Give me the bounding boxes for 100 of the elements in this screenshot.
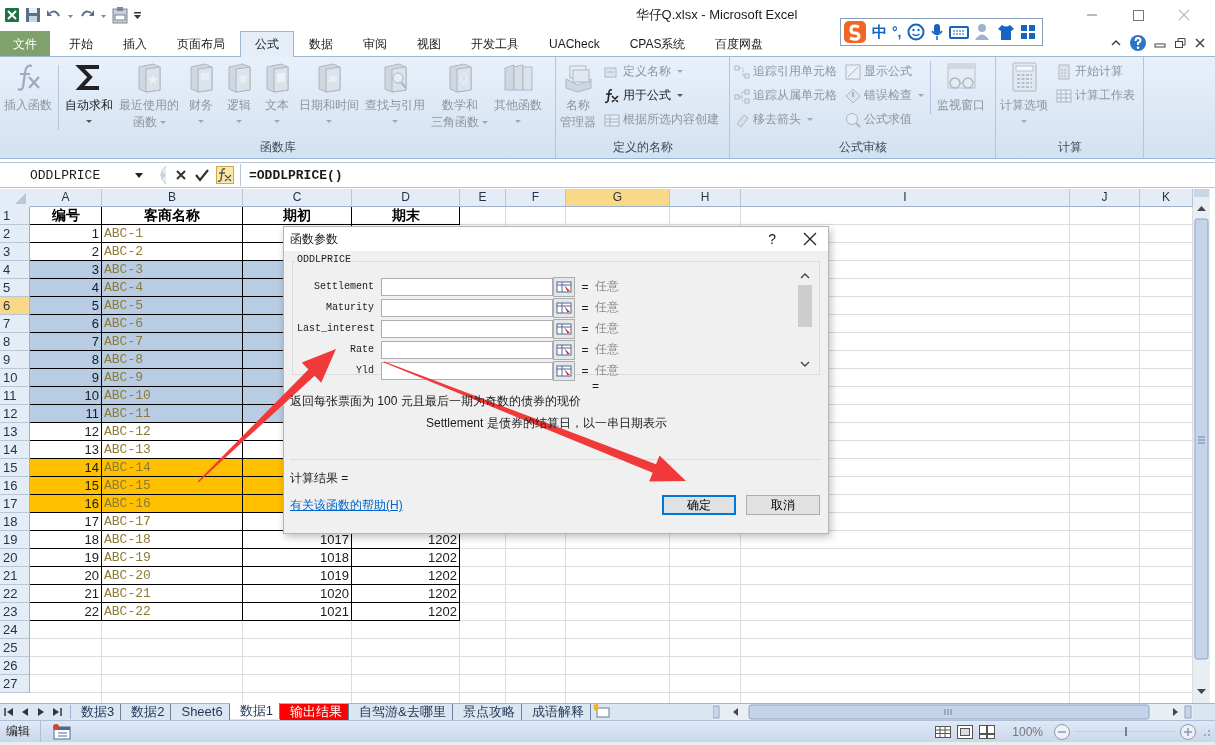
new-sheet-icon[interactable]: [590, 704, 613, 720]
sheet-tab[interactable]: 数据1: [229, 703, 280, 719]
help-button[interactable]: ?: [768, 231, 776, 247]
dialog-button[interactable]: 确定: [662, 495, 736, 515]
range-select-icon[interactable]: [553, 318, 575, 339]
row-header[interactable]: 16: [0, 477, 30, 495]
row-header[interactable]: 14: [0, 441, 30, 459]
help-link[interactable]: 有关该函数的帮助(H): [290, 496, 403, 514]
zoom-in-icon[interactable]: [1179, 722, 1197, 741]
row-header[interactable]: 8: [0, 333, 30, 351]
row-header[interactable]: 10: [0, 369, 30, 387]
row-header[interactable]: 24: [0, 621, 30, 639]
insert-function-icon[interactable]: [216, 166, 234, 184]
close-icon[interactable]: [802, 231, 818, 247]
column-header[interactable]: H: [670, 189, 741, 207]
smiley-icon[interactable]: [906, 23, 925, 41]
clipboard-icon[interactable]: [112, 6, 128, 24]
first-sheet-icon[interactable]: [2, 705, 16, 719]
column-header[interactable]: J: [1070, 189, 1140, 207]
row-header[interactable]: 20: [0, 549, 30, 567]
normal-view-icon[interactable]: [934, 723, 953, 740]
column-header[interactable]: E: [460, 189, 506, 207]
ribbon-tab[interactable]: CPAS系统: [614, 31, 701, 56]
ribbon-tab[interactable]: UACheck: [534, 31, 615, 56]
row-header[interactable]: 26: [0, 657, 30, 675]
row-header[interactable]: 6: [0, 297, 30, 315]
ribbon-tab[interactable]: 页面布局: [162, 31, 240, 56]
column-header[interactable]: D: [352, 189, 460, 207]
range-select-icon[interactable]: [553, 276, 575, 297]
row-header[interactable]: 13: [0, 423, 30, 441]
microphone-icon[interactable]: [929, 23, 944, 41]
ribbon-tab[interactable]: 视图: [402, 31, 456, 56]
cancel-icon[interactable]: [174, 168, 188, 182]
input-field[interactable]: [381, 340, 553, 359]
dialog-button[interactable]: 取消: [746, 495, 820, 515]
last-sheet-icon[interactable]: [50, 705, 64, 719]
zoom-level[interactable]: 100%: [1012, 724, 1043, 739]
row-header[interactable]: 3: [0, 243, 30, 261]
input-field[interactable]: [381, 277, 553, 296]
row-header[interactable]: 4: [0, 261, 30, 279]
row-header[interactable]: 23: [0, 603, 30, 621]
ribbon-tab[interactable]: 插入: [108, 31, 162, 56]
macro-record-icon[interactable]: [51, 722, 73, 741]
ribbon-tab[interactable]: 数据: [294, 31, 348, 56]
app-icon[interactable]: [4, 7, 20, 23]
input-field[interactable]: [381, 361, 553, 380]
ribbon-tab[interactable]: 开始: [54, 31, 108, 56]
input-field[interactable]: [381, 298, 553, 317]
zoom-out-icon[interactable]: [1053, 722, 1071, 741]
row-header[interactable]: 15: [0, 459, 30, 477]
restore-icon[interactable]: [1173, 36, 1187, 50]
row-header[interactable]: 27: [0, 675, 30, 693]
formula-field[interactable]: =ODDLPRICE(): [241, 167, 1215, 183]
column-header[interactable]: K: [1140, 189, 1193, 207]
ribbon-tab[interactable]: 百度网盘: [700, 31, 779, 56]
shirt-icon[interactable]: [996, 23, 1015, 41]
help-icon[interactable]: [1129, 34, 1147, 52]
range-select-icon[interactable]: [553, 339, 575, 360]
ribbon-tab[interactable]: 公式: [240, 31, 294, 57]
row-header[interactable]: 19: [0, 531, 30, 549]
keyboard-icon[interactable]: [948, 25, 969, 39]
row-header[interactable]: 5: [0, 279, 30, 297]
column-header[interactable]: F: [506, 189, 566, 207]
row-header[interactable]: 25: [0, 639, 30, 657]
column-header[interactable]: C: [243, 189, 352, 207]
row-header[interactable]: 2: [0, 225, 30, 243]
row-header[interactable]: 17: [0, 495, 30, 513]
row-header[interactable]: 21: [0, 567, 30, 585]
row-header[interactable]: 12: [0, 405, 30, 423]
input-method-logo-icon[interactable]: [843, 20, 867, 44]
ribbon-tab[interactable]: 审阅: [348, 31, 402, 56]
table-cell: 1202: [352, 549, 460, 567]
column-header[interactable]: B: [102, 189, 243, 207]
range-select-icon[interactable]: [553, 297, 575, 318]
ribbon-button[interactable]: 用于公式: [604, 85, 719, 106]
row-header[interactable]: 22: [0, 585, 30, 603]
save-icon[interactable]: [25, 7, 41, 23]
ribbon-tab[interactable]: 开发工具: [456, 31, 534, 56]
close-icon[interactable]: [1193, 36, 1207, 50]
name-box[interactable]: ODDLPRICE: [0, 164, 150, 186]
row-header[interactable]: 9: [0, 351, 30, 369]
vertical-scrollbar[interactable]: [1193, 189, 1210, 703]
row-header[interactable]: 11: [0, 387, 30, 405]
input-field[interactable]: [381, 319, 553, 338]
sheet-tab[interactable]: 输出结果: [279, 704, 349, 720]
page-layout-icon[interactable]: [956, 723, 975, 740]
column-header[interactable]: A: [30, 189, 102, 207]
column-header[interactable]: G: [566, 189, 670, 207]
row-header[interactable]: 18: [0, 513, 30, 531]
row-header[interactable]: 1: [0, 207, 30, 225]
enter-icon[interactable]: [194, 168, 210, 182]
grid-icon[interactable]: [1019, 24, 1036, 40]
input-mode-button[interactable]: 中: [872, 22, 887, 42]
page-break-icon[interactable]: [978, 723, 997, 740]
range-select-icon[interactable]: [553, 360, 575, 381]
row-header[interactable]: 7: [0, 315, 30, 333]
punctuation-button[interactable]: °,: [892, 24, 902, 40]
column-header[interactable]: I: [741, 189, 1070, 207]
ribbon-button[interactable]: 自动求和: [63, 61, 115, 123]
horizontal-scrollbar[interactable]: [713, 704, 1193, 720]
